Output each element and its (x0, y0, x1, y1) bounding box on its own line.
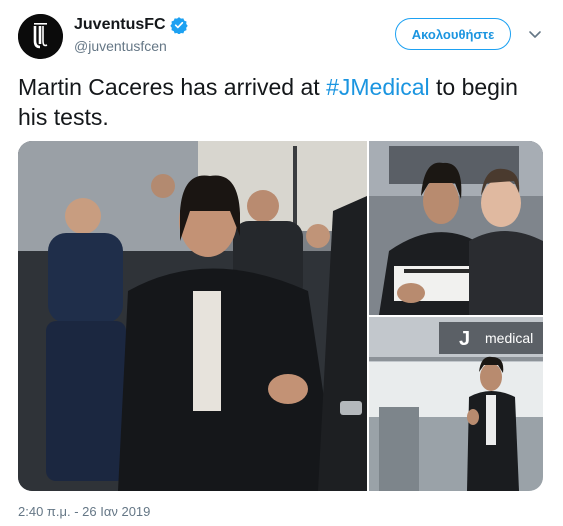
avatar[interactable] (18, 14, 63, 59)
tweet-text: Martin Caceres has arrived at #JMedical … (18, 72, 543, 132)
tweet-header: JuventusFC @juventusfcen Ακολουθήστε (18, 14, 548, 60)
arrival-crowd-photo[interactable] (18, 141, 367, 491)
medical-sign-text: medical (485, 330, 533, 346)
signing-autograph-photo[interactable] (369, 141, 543, 315)
tweet-text-part: Martin Caceres has arrived at (18, 74, 327, 100)
name-row: JuventusFC (74, 16, 188, 34)
follow-button[interactable]: Ακολουθήστε (395, 18, 511, 50)
verified-badge-icon (169, 17, 188, 34)
hashtag-link[interactable]: #JMedical (326, 74, 430, 100)
chevron-down-icon[interactable] (527, 26, 543, 42)
media-grid: J medical (18, 141, 543, 491)
medical-building-photo[interactable]: J medical (369, 317, 543, 491)
account-handle[interactable]: @juventusfcen (74, 38, 167, 54)
tweet-timestamp[interactable]: 2:40 π.μ. - 26 Ιαν 2019 (18, 504, 150, 519)
svg-text:J: J (459, 328, 470, 350)
juventus-logo-icon (18, 14, 63, 59)
display-name[interactable]: JuventusFC (74, 16, 166, 34)
